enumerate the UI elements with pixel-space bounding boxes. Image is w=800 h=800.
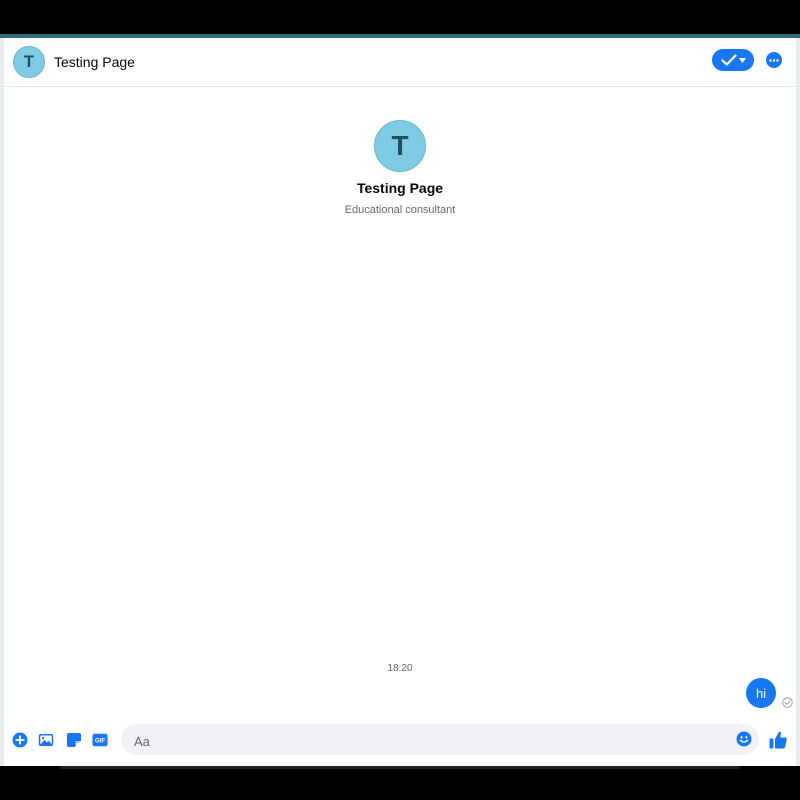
ellipsis-icon (769, 58, 779, 62)
window-bottom-edge (60, 766, 740, 769)
sent-status-icon (782, 697, 793, 708)
image-icon[interactable] (38, 732, 54, 748)
header-actions (712, 49, 782, 71)
message-input-box[interactable] (121, 724, 759, 755)
options-button[interactable] (766, 52, 782, 68)
profile-name[interactable]: Testing Page (4, 180, 796, 196)
message-input[interactable] (132, 731, 716, 751)
checkmark-icon (720, 54, 737, 66)
profile-avatar-initial: T (391, 130, 409, 161)
outgoing-message-bubble[interactable]: hi (746, 678, 776, 708)
screen-bottom-bezel (0, 766, 800, 800)
chat-window: T Testing Page T Testing Page Educationa… (0, 38, 800, 766)
screen-top-bezel (0, 0, 800, 34)
profile-subtitle: Educational consultant (344, 204, 456, 216)
gif-icon[interactable]: GIF (92, 732, 108, 748)
plus-circle-icon[interactable] (12, 732, 28, 748)
sticker-icon[interactable] (66, 732, 82, 748)
status-dropdown-button[interactable] (712, 49, 754, 71)
thumbs-up-icon[interactable] (768, 730, 788, 750)
message-timestamp: 18:20 (387, 663, 413, 674)
emoji-icon[interactable] (736, 731, 752, 747)
header-title[interactable]: Testing Page (54, 54, 135, 70)
message-composer: GIF (4, 724, 796, 756)
message-text: hi (755, 685, 767, 701)
conversation-profile: T Testing Page Educational consultant (4, 120, 796, 216)
header-avatar-initial: T (23, 52, 35, 71)
chevron-down-icon (738, 57, 746, 63)
chat-header: T Testing Page (4, 38, 796, 87)
gif-label: GIF (95, 738, 106, 745)
header-avatar[interactable]: T (13, 46, 45, 78)
profile-avatar[interactable]: T (374, 120, 426, 172)
